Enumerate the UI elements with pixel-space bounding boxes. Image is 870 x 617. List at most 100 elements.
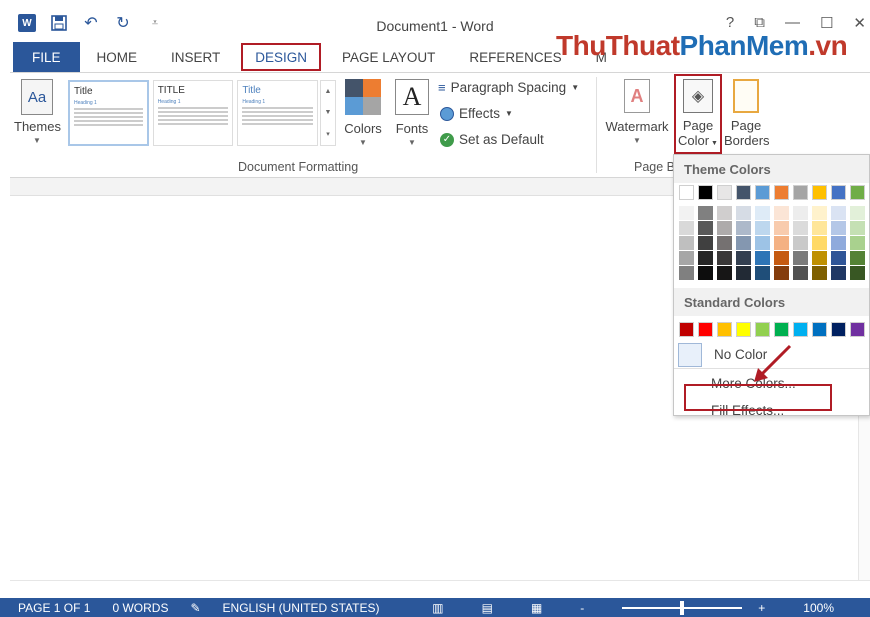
theme-shade-swatch[interactable] — [774, 266, 789, 280]
theme-shade-swatch[interactable] — [793, 206, 808, 220]
scroll-down-icon[interactable]: ▼ — [325, 109, 332, 116]
page-color-button[interactable]: ◈ Page Color ▼ — [676, 75, 720, 148]
effects-button[interactable]: Effects ▼ — [440, 106, 513, 121]
theme-shade-swatch[interactable] — [850, 221, 865, 235]
theme-shade-swatch[interactable] — [831, 266, 846, 280]
style-set-item[interactable]: Title Heading 1 — [68, 80, 149, 146]
horizontal-scrollbar[interactable] — [10, 580, 870, 598]
theme-shade-swatch[interactable] — [698, 206, 713, 220]
theme-shade-swatch[interactable] — [679, 221, 694, 235]
theme-shade-swatch[interactable] — [850, 236, 865, 250]
theme-shade-swatch[interactable] — [755, 206, 770, 220]
gallery-scroll[interactable]: ▲ ▼ ▾ — [320, 80, 336, 146]
set-as-default-button[interactable]: ✓ Set as Default — [440, 132, 544, 147]
theme-shade-swatch[interactable] — [755, 266, 770, 280]
close-icon[interactable]: ✕ — [853, 14, 866, 32]
standard-color-swatch[interactable] — [793, 322, 808, 337]
tab-design[interactable]: DESIGN — [241, 43, 322, 71]
zoom-in-button[interactable]: + — [758, 601, 765, 615]
web-layout-icon[interactable]: ▦ — [531, 601, 542, 615]
standard-color-swatch[interactable] — [755, 322, 770, 337]
theme-shade-swatch[interactable] — [793, 251, 808, 265]
theme-shade-swatch[interactable] — [755, 251, 770, 265]
theme-shade-swatch[interactable] — [717, 266, 732, 280]
standard-color-swatch[interactable] — [831, 322, 846, 337]
theme-shade-swatch[interactable] — [774, 236, 789, 250]
theme-shade-swatch[interactable] — [831, 251, 846, 265]
fonts-button[interactable]: A Fonts ▼ — [390, 79, 434, 147]
theme-color-swatch[interactable] — [812, 185, 827, 200]
theme-color-swatch[interactable] — [850, 185, 865, 200]
theme-shade-swatch[interactable] — [850, 266, 865, 280]
tab-home[interactable]: HOME — [80, 42, 155, 72]
tab-insert[interactable]: INSERT — [154, 42, 237, 72]
page-borders-button[interactable]: Page Borders — [724, 79, 770, 148]
theme-shade-swatch[interactable] — [850, 206, 865, 220]
theme-shade-swatch[interactable] — [736, 236, 751, 250]
theme-shade-swatch[interactable] — [774, 221, 789, 235]
theme-shade-swatch[interactable] — [812, 206, 827, 220]
theme-shade-swatch[interactable] — [812, 236, 827, 250]
theme-shade-swatch[interactable] — [793, 236, 808, 250]
theme-shade-swatch[interactable] — [698, 236, 713, 250]
theme-shade-swatch[interactable] — [755, 221, 770, 235]
theme-color-swatch[interactable] — [793, 185, 808, 200]
zoom-slider[interactable] — [622, 600, 743, 615]
theme-shade-swatch[interactable] — [850, 251, 865, 265]
word-count[interactable]: 0 WORDS — [112, 601, 168, 615]
theme-shade-swatch[interactable] — [812, 251, 827, 265]
theme-shade-swatch[interactable] — [736, 251, 751, 265]
theme-shade-swatch[interactable] — [793, 221, 808, 235]
theme-shade-swatch[interactable] — [755, 236, 770, 250]
theme-color-swatch[interactable] — [717, 185, 732, 200]
gallery-more-icon[interactable]: ▾ — [326, 130, 330, 138]
zoom-thumb[interactable] — [680, 600, 685, 615]
colors-button[interactable]: Colors ▼ — [338, 79, 388, 147]
standard-color-swatch[interactable] — [698, 322, 713, 337]
theme-color-swatch[interactable] — [736, 185, 751, 200]
theme-shade-swatch[interactable] — [736, 206, 751, 220]
zoom-level[interactable]: 100% — [803, 601, 834, 615]
standard-color-swatch[interactable] — [812, 322, 827, 337]
standard-color-swatch[interactable] — [850, 322, 865, 337]
theme-shade-swatch[interactable] — [698, 266, 713, 280]
language-indicator[interactable]: ENGLISH (UNITED STATES) — [223, 601, 380, 615]
theme-shade-swatch[interactable] — [774, 251, 789, 265]
theme-color-swatch[interactable] — [755, 185, 770, 200]
style-set-item[interactable]: TITLE Heading 1 — [152, 80, 234, 146]
page-count[interactable]: PAGE 1 OF 1 — [18, 601, 90, 615]
theme-shade-swatch[interactable] — [698, 251, 713, 265]
theme-shade-swatch[interactable] — [679, 206, 694, 220]
proofing-icon[interactable]: ✎ — [190, 601, 200, 615]
theme-color-swatch[interactable] — [679, 185, 694, 200]
theme-shade-swatch[interactable] — [736, 266, 751, 280]
theme-shade-swatch[interactable] — [774, 206, 789, 220]
theme-color-swatch[interactable] — [774, 185, 789, 200]
theme-shade-swatch[interactable] — [717, 251, 732, 265]
theme-shade-swatch[interactable] — [831, 221, 846, 235]
theme-shade-swatch[interactable] — [679, 266, 694, 280]
theme-shade-swatch[interactable] — [679, 236, 694, 250]
theme-shade-swatch[interactable] — [831, 206, 846, 220]
tab-page-layout[interactable]: PAGE LAYOUT — [325, 42, 452, 72]
themes-button[interactable]: Aa Themes ▼ — [14, 79, 61, 145]
standard-color-swatch[interactable] — [679, 322, 694, 337]
standard-color-swatch[interactable] — [774, 322, 789, 337]
theme-shade-swatch[interactable] — [717, 206, 732, 220]
theme-shade-swatch[interactable] — [736, 221, 751, 235]
paragraph-spacing-button[interactable]: ≡ Paragraph Spacing ▼ — [438, 80, 579, 95]
watermark-button[interactable]: A Watermark ▼ — [602, 79, 672, 145]
theme-color-swatch[interactable] — [698, 185, 713, 200]
zoom-out-button[interactable]: - — [580, 601, 584, 615]
theme-shade-swatch[interactable] — [717, 236, 732, 250]
theme-shade-swatch[interactable] — [831, 236, 846, 250]
theme-color-swatch[interactable] — [831, 185, 846, 200]
theme-shade-swatch[interactable] — [679, 251, 694, 265]
standard-color-swatch[interactable] — [736, 322, 751, 337]
style-set-item[interactable]: Title Heading 1 — [237, 80, 318, 146]
standard-color-swatch[interactable] — [717, 322, 732, 337]
read-mode-icon[interactable]: ▥ — [432, 601, 443, 615]
theme-shade-swatch[interactable] — [812, 266, 827, 280]
scroll-up-icon[interactable]: ▲ — [325, 88, 332, 95]
theme-shade-swatch[interactable] — [698, 221, 713, 235]
